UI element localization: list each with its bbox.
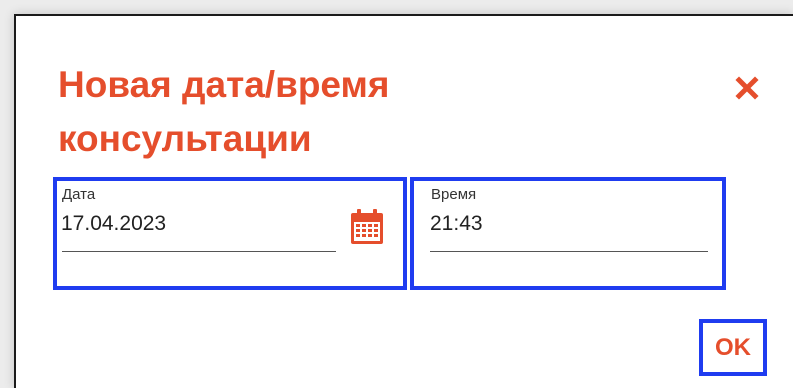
date-field-underline bbox=[62, 251, 336, 252]
ok-button[interactable]: OK bbox=[699, 319, 767, 376]
time-field-underline bbox=[430, 251, 708, 252]
consultation-datetime-dialog: Новая дата/время консультации Дата 17.04… bbox=[14, 14, 793, 388]
dialog-title: Новая дата/время консультации bbox=[58, 64, 390, 159]
close-button[interactable] bbox=[731, 72, 763, 104]
calendar-button[interactable] bbox=[350, 209, 384, 245]
time-input[interactable] bbox=[430, 211, 680, 236]
date-field: Дата bbox=[53, 177, 407, 290]
time-field: Время bbox=[410, 177, 726, 290]
calendar-icon bbox=[351, 209, 383, 244]
date-input[interactable] bbox=[61, 211, 331, 236]
close-icon bbox=[735, 76, 759, 100]
time-field-label: Время bbox=[431, 186, 477, 203]
date-field-label: Дата bbox=[62, 186, 96, 203]
